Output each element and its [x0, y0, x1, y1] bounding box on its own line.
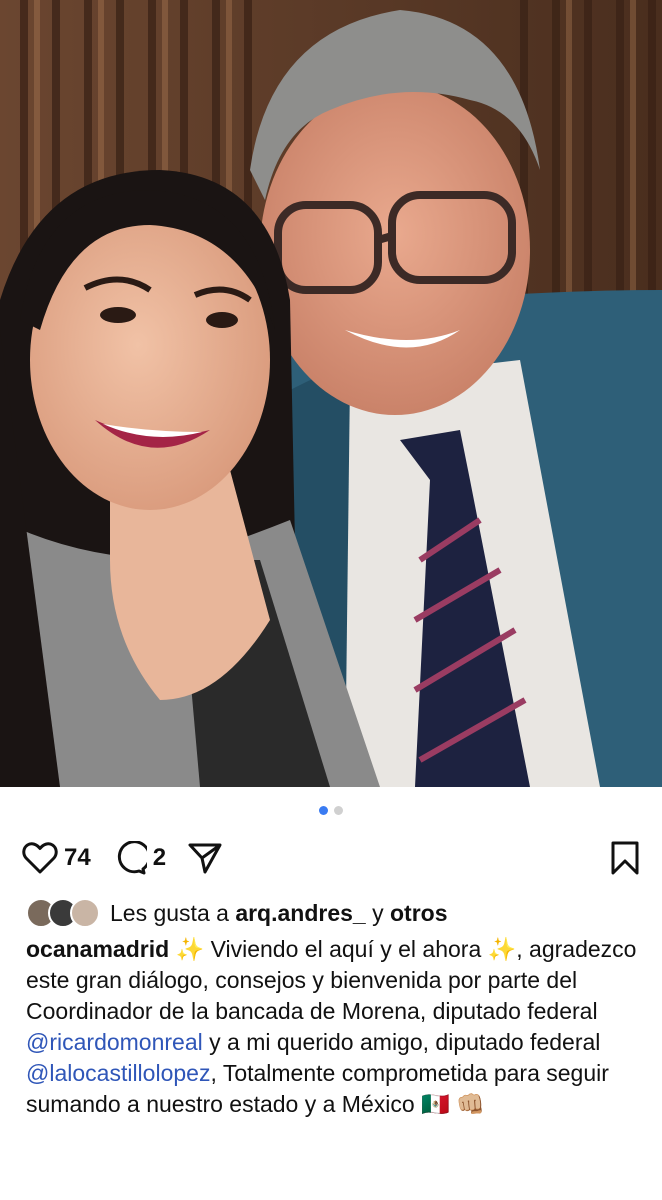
send-icon	[188, 843, 222, 874]
likes-others-link[interactable]: otros	[390, 900, 448, 927]
photo-illustration	[0, 0, 662, 787]
sparkles-icon: ✨	[487, 936, 517, 962]
heart-icon	[22, 842, 58, 874]
caption-text: y a mi querido amigo, diputado federal	[202, 1029, 601, 1055]
carousel-dot-active	[319, 806, 328, 815]
comment-icon	[117, 841, 147, 875]
likes-joiner: y	[372, 899, 384, 926]
likes-summary: Les gusta a arq.andres_ y otros	[26, 898, 642, 928]
caption-username[interactable]: ocanamadrid	[26, 936, 169, 962]
like-count: 74	[64, 844, 91, 871]
comment-count: 2	[152, 844, 167, 871]
likes-prefix: Les gusta a	[110, 899, 229, 926]
sparkles-icon: ✨	[175, 936, 205, 962]
carousel-dot	[334, 806, 343, 815]
comment-button[interactable]: 2	[113, 841, 166, 875]
bookmark-icon	[611, 841, 639, 875]
share-button[interactable]	[188, 842, 222, 874]
fist-bump-icon: 👊🏼	[456, 1091, 485, 1117]
caption-text: Viviendo el aquí y el ahora	[204, 936, 488, 962]
carousel-indicator	[0, 806, 662, 815]
avatar	[70, 898, 100, 928]
post-caption: ocanamadrid ✨ Viviendo el aquí y el ahor…	[26, 934, 640, 1120]
post-photo[interactable]	[0, 0, 662, 787]
save-button[interactable]	[610, 840, 640, 876]
mention-link[interactable]: @ricardomonreal	[26, 1029, 203, 1055]
mention-link[interactable]: @lalocastillolopez	[26, 1060, 210, 1086]
like-button[interactable]: 74	[22, 841, 91, 875]
mexico-flag-icon: 🇲🇽	[421, 1091, 450, 1117]
action-bar: 74 2	[22, 838, 640, 878]
liker-avatars[interactable]	[26, 898, 100, 928]
liker-username[interactable]: arq.andres_	[235, 900, 365, 927]
